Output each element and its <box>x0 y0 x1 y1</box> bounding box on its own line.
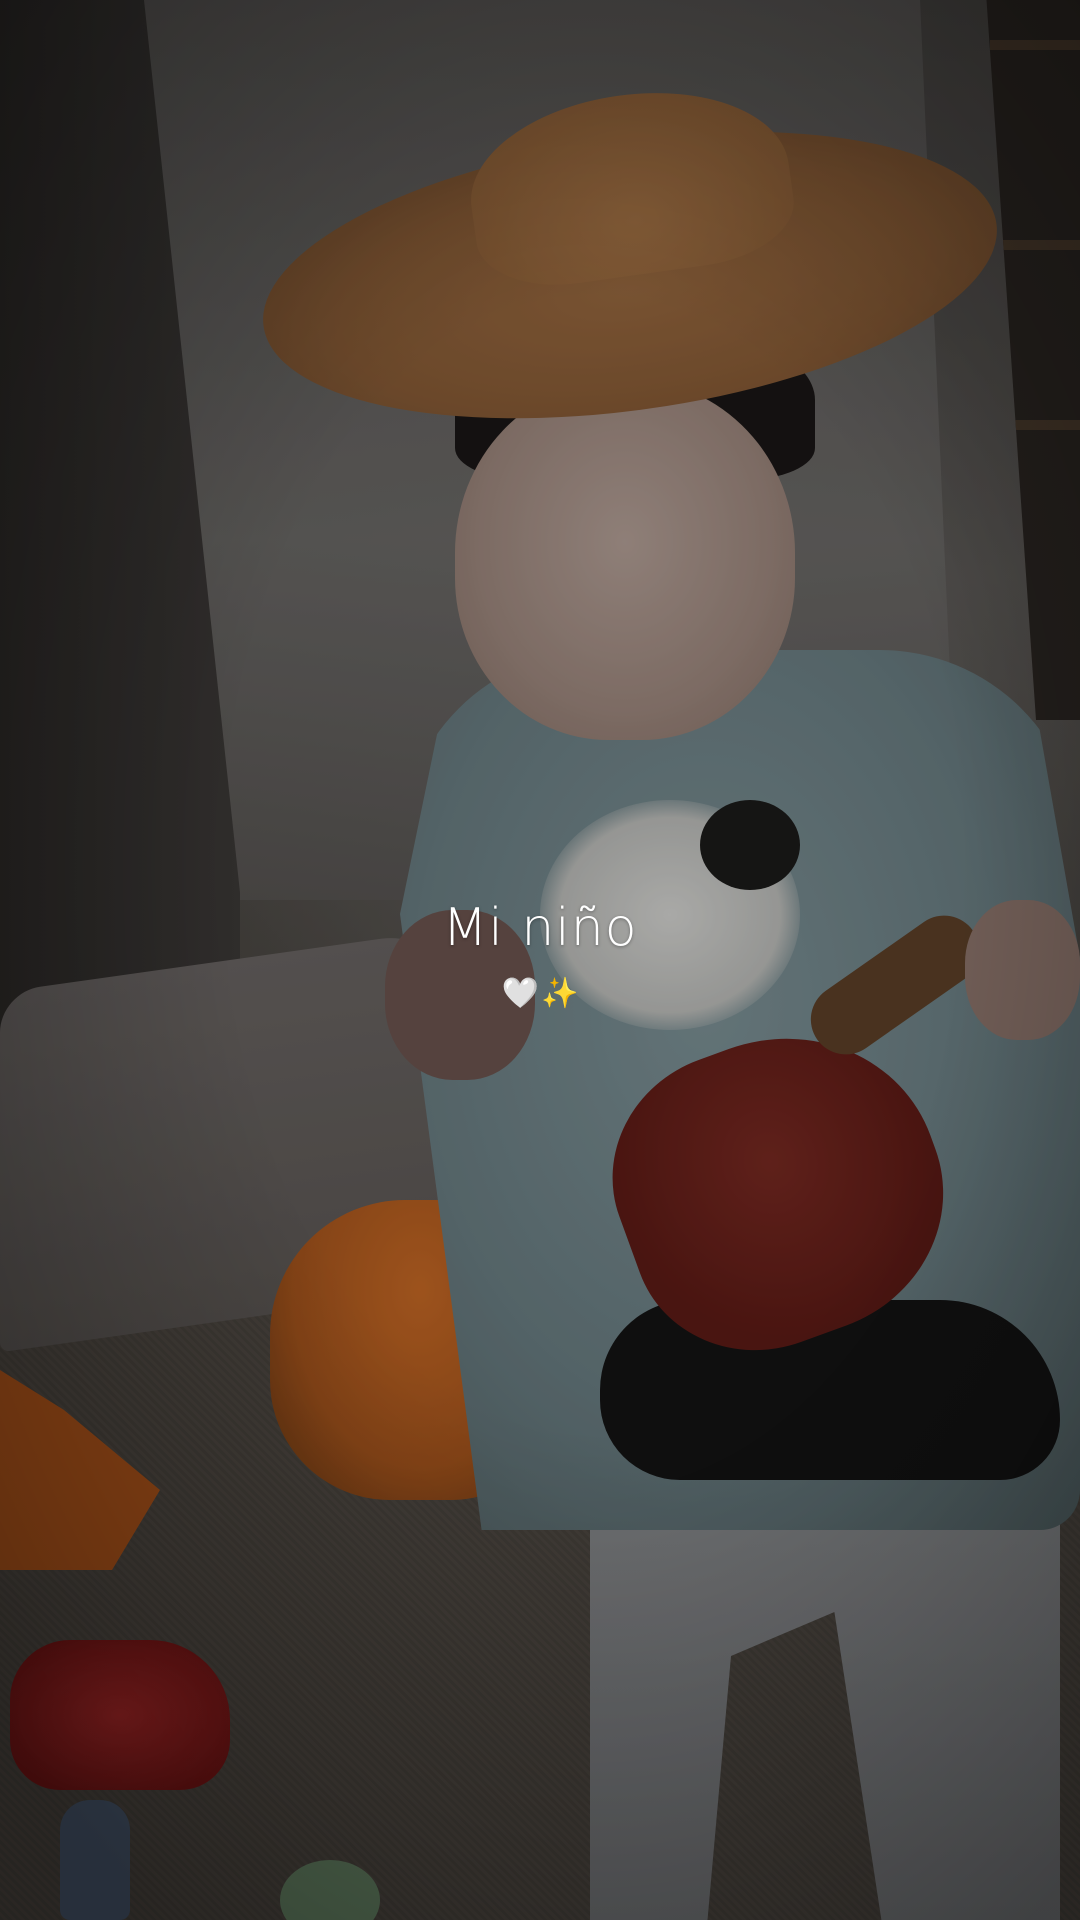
white-heart-icon: 🤍 <box>501 976 539 1011</box>
bookshelf <box>986 0 1080 720</box>
emoji-sticker[interactable]: 🤍✨ <box>0 976 1080 1012</box>
story-frame[interactable]: Mi niño 🤍✨ <box>0 0 1080 1920</box>
story-caption[interactable]: Mi niño <box>0 898 1080 958</box>
sparkles-icon: ✨ <box>541 976 579 1011</box>
child-face <box>455 380 795 740</box>
sweater-print-ear <box>700 800 800 890</box>
toy-figure <box>60 1800 130 1920</box>
red-toy-car <box>10 1640 230 1790</box>
